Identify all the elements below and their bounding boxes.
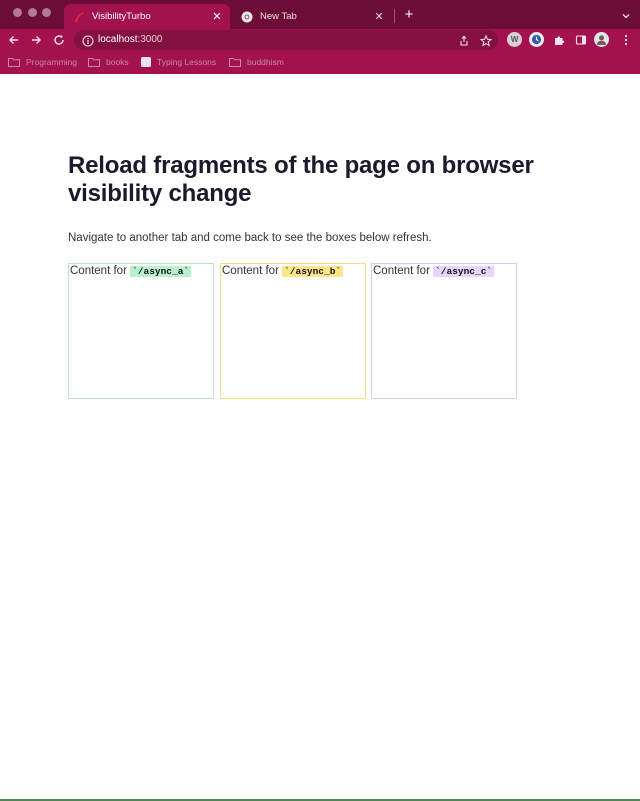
box-label: Content for [70,265,131,277]
page-title: Reload fragments of the page on browser … [68,152,534,207]
share-icon[interactable] [458,34,470,46]
async-c-frame: Content for `/async_c` [371,263,517,399]
async-a-frame: Content for `/async_a` [68,263,214,399]
site-info-icon[interactable] [82,34,94,47]
rails-favicon-icon [72,10,86,24]
url-host: localhost [98,34,138,45]
w-extension-icon[interactable]: W [507,32,522,47]
more-menu-icon[interactable] [618,32,633,47]
browser-toolbar: localhost:3000 W [0,29,640,51]
bookmark-label: buddhism [247,57,284,67]
site-favicon [141,57,151,67]
puzzle-icon[interactable] [551,32,566,47]
forward-arrow-icon[interactable] [28,32,44,48]
bookmark-programming[interactable]: Programming [8,55,77,69]
back-arrow-icon[interactable] [6,32,22,48]
chrome-icon [240,10,254,24]
folder-icon [8,58,20,67]
bookmark-label: Typing Lessons [157,57,217,67]
minimize-window-button[interactable] [28,8,37,17]
close-tab-icon[interactable]: ✕ [210,10,224,24]
address-bar[interactable]: localhost:3000 [74,30,498,50]
close-tab-icon[interactable]: ✕ [372,10,386,24]
timer-extension-icon[interactable] [529,32,544,47]
box-path-code: `/async_a` [130,266,192,277]
new-tab-plus-icon[interactable]: + [402,7,416,22]
zoom-window-button[interactable] [42,8,51,17]
sidebar-icon[interactable] [573,32,588,47]
page-instructions: Navigate to another tab and come back to… [68,232,432,244]
browser-title-bar: VisibilityTurbo ✕ New Tab ✕ + [0,0,640,29]
async-b-frame: Content for `/async_b` [220,263,366,399]
folder-icon [88,58,100,67]
url-port: :3000 [137,34,163,45]
box-label: Content for [373,265,434,277]
bookmark-label: Programming [26,57,78,67]
tab-title: New Tab [260,11,297,22]
tab-search-chevron-icon[interactable] [620,9,632,21]
bookmark-buddhism[interactable]: buddhism [229,55,284,69]
profile-avatar[interactable] [594,32,609,47]
reload-icon[interactable] [51,32,67,48]
close-window-button[interactable] [13,8,22,17]
box-label: Content for [222,265,283,277]
bookmarks-bar: Programming books Typing Lessons buddhis… [0,51,640,74]
tab-divider [394,9,395,23]
bookmark-typing-lessons[interactable]: Typing Lessons [141,55,216,69]
box-path-code: `/async_c` [433,266,495,277]
tab-title: VisibilityTurbo [92,11,151,22]
page-content: Reload fragments of the page on browser … [0,74,640,801]
box-path-code: `/async_b` [282,266,344,277]
bookmark-label: books [106,57,129,67]
tab-visibilityturbo[interactable]: VisibilityTurbo ✕ [64,4,230,29]
folder-icon [229,58,241,67]
url-text: localhost:3000 [98,34,163,45]
tab-new-tab[interactable]: New Tab ✕ [232,4,392,29]
bookmark-star-icon[interactable] [479,34,493,47]
bookmark-books[interactable]: books [88,55,129,69]
